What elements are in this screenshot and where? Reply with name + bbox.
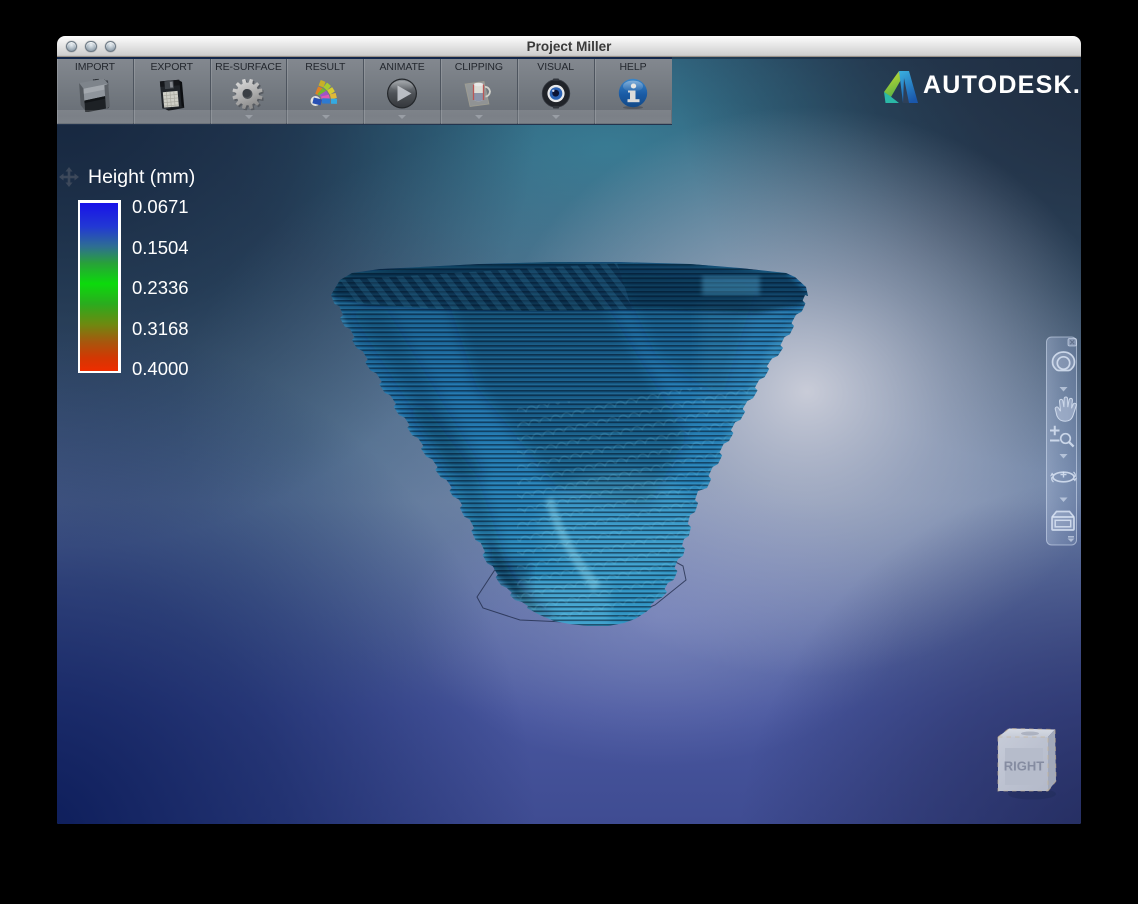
svg-text:RIGHT: RIGHT bbox=[1004, 759, 1045, 774]
